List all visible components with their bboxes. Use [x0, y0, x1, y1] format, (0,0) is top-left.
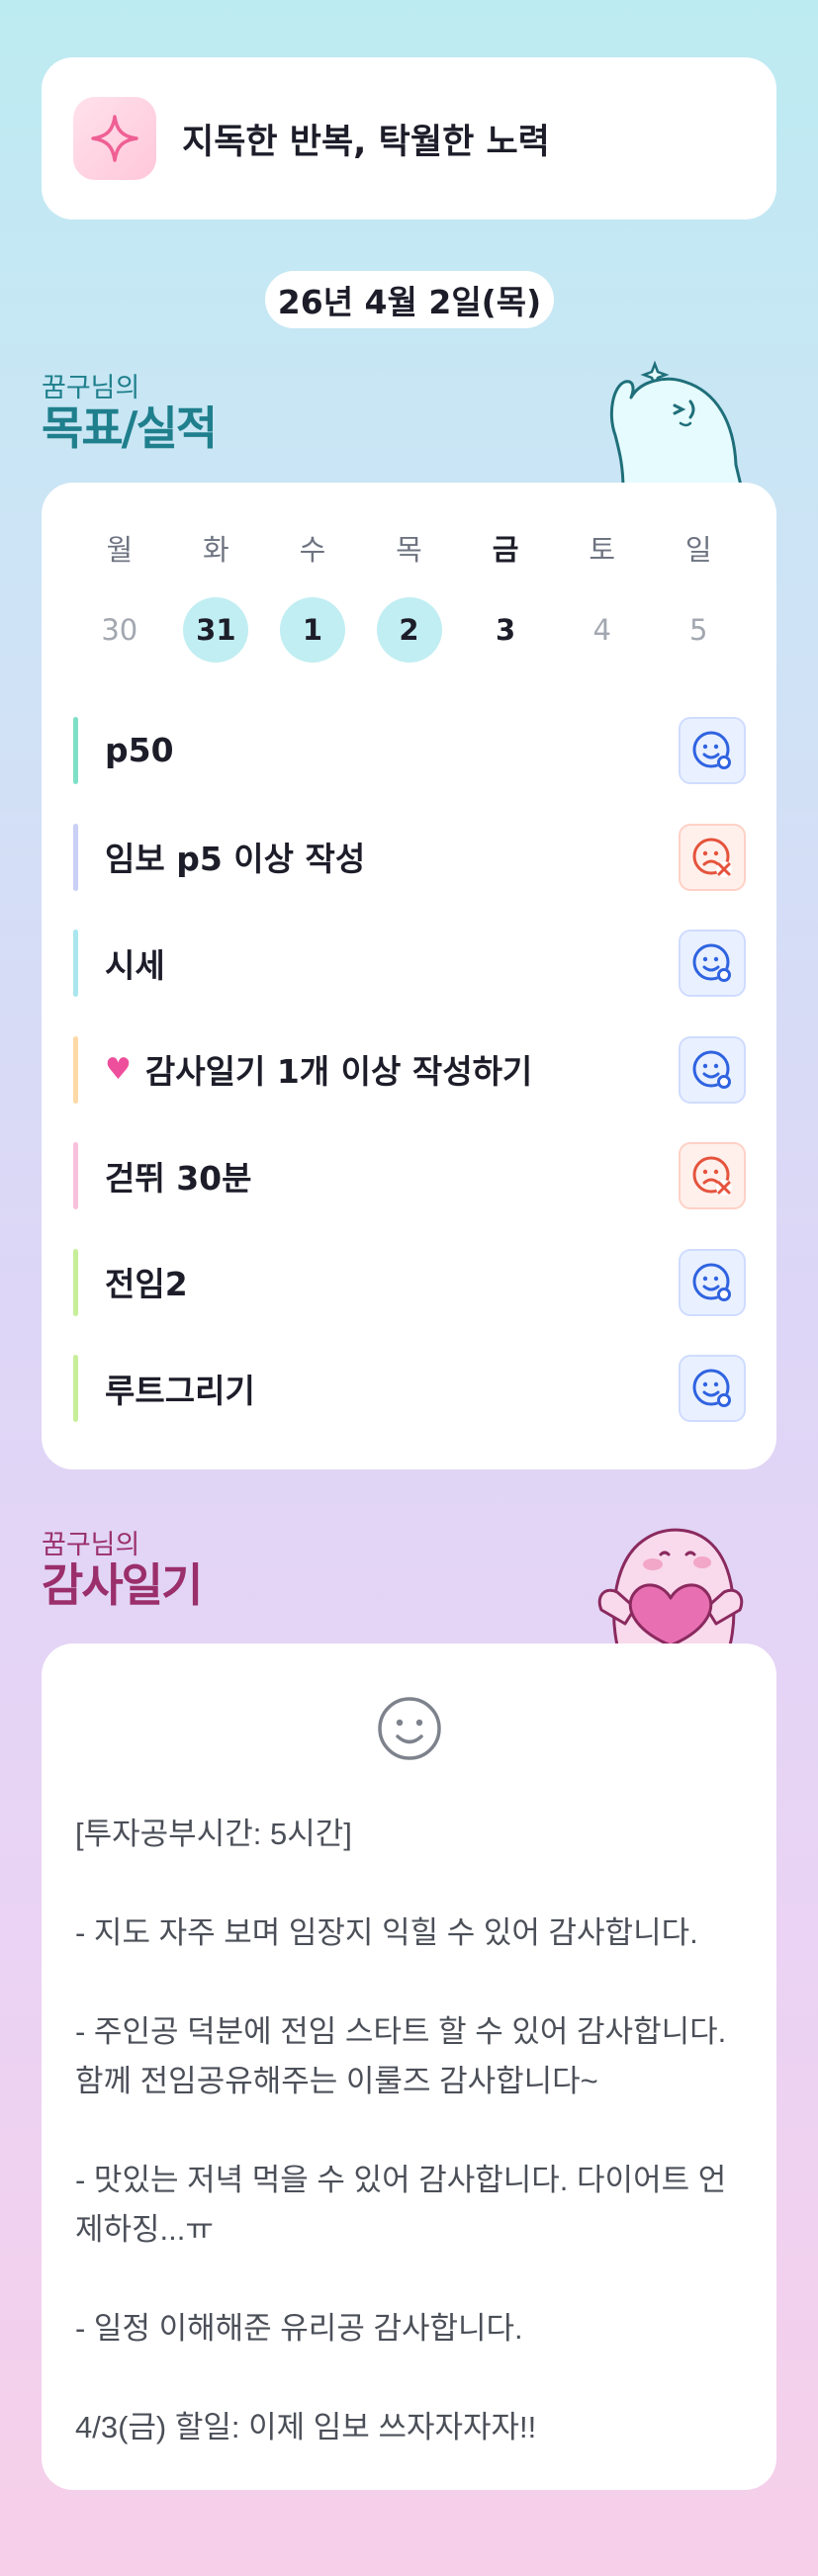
week-calendar: 월 30 화 31 수 1 목 2 금 3 토 4 일 5 [71, 530, 747, 663]
day-number: 4 [592, 613, 611, 647]
goal-color-bar [73, 1035, 78, 1104]
goal-color-bar [73, 930, 78, 997]
goal-item[interactable]: 시세 [73, 910, 746, 1017]
goal-status-done-icon[interactable] [679, 930, 746, 997]
heart-icon: ♥ [105, 1051, 132, 1087]
waving-mascot-illustration [593, 356, 744, 493]
day-number: 30 [101, 613, 138, 647]
gratitude-paragraph: [투자공부시간: 5시간] [75, 1817, 352, 1851]
goal-item[interactable]: 전임2 [73, 1229, 746, 1336]
goal-status-done-icon[interactable] [679, 1355, 746, 1422]
day-name: 수 [299, 533, 326, 567]
goal-list: p50 임보 p5 이상 작성 시세 ♥ 감사일기 1개 이상 작성하기 걷뛰 … [73, 697, 746, 1442]
goal-label: ♥ 감사일기 1개 이상 작성하기 [105, 1051, 533, 1092]
goal-color-bar [73, 1355, 78, 1422]
goal-color-bar [73, 1142, 78, 1209]
goal-label: 임보 p5 이상 작성 [105, 840, 366, 879]
motto-card: 지독한 반복, 탁월한 노력 [42, 57, 776, 220]
smile-icon[interactable] [376, 1695, 443, 1766]
day-sat[interactable]: 토 4 [554, 530, 651, 663]
gratitude-card: [투자공부시간: 5시간] - 지도 자주 보며 임장지 익힐 수 있어 감사합… [42, 1643, 776, 2490]
goal-color-bar [73, 717, 78, 784]
gratitude-section-title: 꿈구님의 감사일기 [42, 1530, 203, 1612]
goal-section-title: 꿈구님의 목표/실적 [42, 373, 218, 455]
heart-mascot-illustration [591, 1521, 750, 1649]
goal-color-bar [73, 823, 78, 891]
goal-label: 걷뛰 30분 [105, 1158, 252, 1198]
goal-section-heading: 목표/실적 [42, 401, 218, 455]
gratitude-paragraph: - 지도 자주 보며 임장지 익힐 수 있어 감사합니다. [75, 1915, 698, 1950]
goal-item[interactable]: p50 [73, 697, 746, 804]
goal-item[interactable]: 임보 p5 이상 작성 [73, 804, 746, 911]
gratitude-paragraph: - 일정 이해해준 유리공 감사합니다. [75, 2311, 523, 2346]
day-number: 5 [689, 613, 708, 647]
day-name: 목 [396, 533, 422, 567]
day-thu[interactable]: 목 2 [361, 530, 458, 663]
day-name: 금 [492, 533, 519, 567]
gratitude-paragraph: - 주인공 덕분에 전임 스타트 할 수 있어 감사합니다. 함께 전임공유해주… [75, 2014, 727, 2098]
gratitude-section-heading: 감사일기 [42, 1558, 203, 1612]
day-name: 화 [203, 533, 229, 567]
goal-status-done-icon[interactable] [679, 1248, 746, 1316]
goal-section-subtitle: 꿈구님의 [42, 373, 140, 403]
goal-card: 월 30 화 31 수 1 목 2 금 3 토 4 일 5 p50 임보 p5 … [42, 483, 776, 1469]
goal-status-fail-icon[interactable] [679, 1142, 746, 1209]
day-number: 2 [376, 597, 442, 663]
day-tue[interactable]: 화 31 [168, 530, 265, 663]
goal-color-bar [73, 1248, 78, 1316]
gratitude-paragraph: 4/3(금) 할일: 이제 임보 쓰자자자자!! [75, 2410, 537, 2444]
day-number: 3 [496, 613, 516, 647]
goal-item[interactable]: 걷뛰 30분 [73, 1122, 746, 1229]
day-number: 1 [279, 597, 345, 663]
gratitude-paragraph: - 맛있는 저녁 먹을 수 있어 감사합니다. 다이어트 언제하징...ㅠ [75, 2163, 727, 2247]
gratitude-section-subtitle: 꿈구님의 [42, 1530, 140, 1560]
goal-status-done-icon[interactable] [679, 1035, 746, 1104]
gratitude-text: [투자공부시간: 5시간] - 지도 자주 보며 임장지 익힐 수 있어 감사합… [75, 1810, 748, 2452]
goal-status-fail-icon[interactable] [679, 823, 746, 891]
date-label[interactable]: 26년 4월 2일(목) [265, 271, 554, 328]
goal-label: 전임2 [105, 1265, 188, 1304]
goal-status-done-icon[interactable] [679, 717, 746, 784]
motto-text: 지독한 반복, 탁월한 노력 [182, 122, 550, 162]
goal-item[interactable]: ♥ 감사일기 1개 이상 작성하기 [73, 1017, 746, 1123]
goal-label: p50 [105, 731, 174, 770]
goal-label: 시세 [105, 945, 165, 985]
goal-label: 루트그리기 [105, 1371, 255, 1410]
goal-item[interactable]: 루트그리기 [73, 1335, 746, 1442]
day-mon[interactable]: 월 30 [71, 530, 168, 663]
day-name: 월 [106, 533, 134, 567]
day-sun[interactable]: 일 5 [650, 530, 747, 663]
day-wed[interactable]: 수 1 [264, 530, 361, 663]
sparkle-icon [73, 97, 156, 180]
day-name: 일 [684, 533, 712, 567]
day-fri[interactable]: 금 3 [457, 530, 554, 663]
day-name: 토 [589, 533, 616, 567]
day-number: 31 [183, 597, 249, 663]
